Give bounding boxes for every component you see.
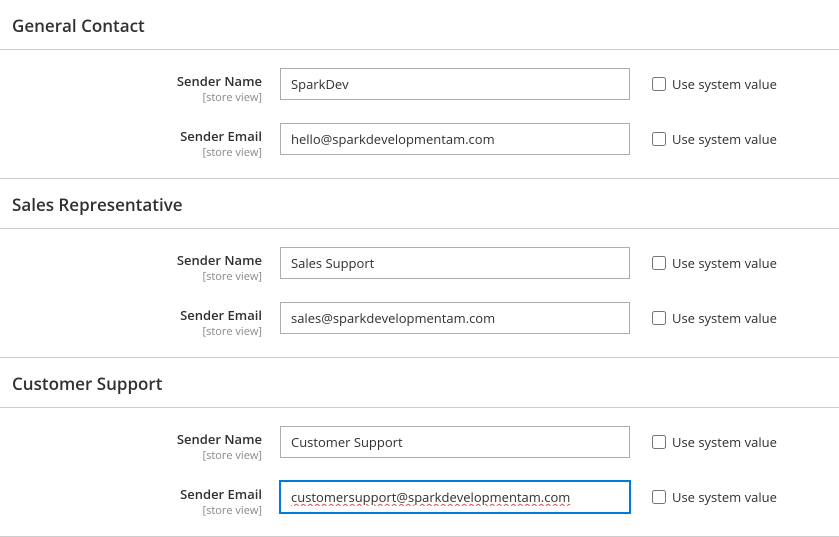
field-row-support-sender-name: Sender Name [store view] Use system valu… bbox=[0, 426, 839, 463]
field-checkbox-col: Use system value bbox=[630, 302, 777, 327]
field-scope: [store view] bbox=[12, 90, 262, 105]
section-header-sales[interactable]: Sales Representative bbox=[0, 179, 839, 229]
section-general-contact: General Contact Sender Name [store view]… bbox=[0, 0, 839, 179]
field-checkbox-col: Use system value bbox=[630, 68, 777, 93]
section-title: General Contact bbox=[12, 14, 145, 37]
field-row-sales-sender-email: Sender Email [store view] Use system val… bbox=[0, 302, 839, 339]
field-label-col: Sender Name [store view] bbox=[12, 68, 280, 105]
field-scope: [store view] bbox=[12, 448, 262, 463]
field-label: Sender Name bbox=[12, 430, 262, 448]
use-system-value-label[interactable]: Use system value bbox=[672, 75, 777, 93]
section-title: Customer Support bbox=[12, 372, 162, 395]
use-system-value-label[interactable]: Use system value bbox=[672, 488, 777, 506]
field-input-col bbox=[280, 426, 630, 458]
section-header-general[interactable]: General Contact bbox=[0, 0, 839, 50]
use-system-value-checkbox[interactable] bbox=[652, 256, 666, 270]
field-input-col bbox=[280, 123, 630, 155]
field-checkbox-col: Use system value bbox=[630, 123, 777, 148]
field-label-col: Sender Name [store view] bbox=[12, 247, 280, 284]
field-input-col bbox=[280, 481, 630, 513]
general-sender-name-input[interactable] bbox=[280, 68, 630, 100]
general-sender-email-input[interactable] bbox=[280, 123, 630, 155]
section-sales-representative: Sales Representative Sender Name [store … bbox=[0, 179, 839, 358]
field-scope: [store view] bbox=[12, 269, 262, 284]
use-system-value-checkbox[interactable] bbox=[652, 77, 666, 91]
field-input-col bbox=[280, 68, 630, 100]
field-input-col bbox=[280, 302, 630, 334]
support-sender-name-input[interactable] bbox=[280, 426, 630, 458]
field-label-col: Sender Name [store view] bbox=[12, 426, 280, 463]
use-system-value-label[interactable]: Use system value bbox=[672, 309, 777, 327]
field-label-col: Sender Email [store view] bbox=[12, 481, 280, 518]
section-title: Sales Representative bbox=[12, 193, 183, 216]
field-row-sales-sender-name: Sender Name [store view] Use system valu… bbox=[0, 247, 839, 284]
field-row-general-sender-name: Sender Name [store view] Use system valu… bbox=[0, 68, 839, 105]
section-header-support[interactable]: Customer Support bbox=[0, 358, 839, 408]
use-system-value-checkbox[interactable] bbox=[652, 435, 666, 449]
field-label-col: Sender Email [store view] bbox=[12, 302, 280, 339]
field-label: Sender Email bbox=[12, 306, 262, 324]
field-label: Sender Name bbox=[12, 72, 262, 90]
field-row-general-sender-email: Sender Email [store view] Use system val… bbox=[0, 123, 839, 160]
use-system-value-label[interactable]: Use system value bbox=[672, 433, 777, 451]
use-system-value-checkbox[interactable] bbox=[652, 490, 666, 504]
field-checkbox-col: Use system value bbox=[630, 426, 777, 451]
field-input-col bbox=[280, 247, 630, 279]
sales-sender-name-input[interactable] bbox=[280, 247, 630, 279]
field-checkbox-col: Use system value bbox=[630, 481, 777, 506]
use-system-value-checkbox[interactable] bbox=[652, 132, 666, 146]
use-system-value-label[interactable]: Use system value bbox=[672, 254, 777, 272]
field-label-col: Sender Email [store view] bbox=[12, 123, 280, 160]
field-label: Sender Email bbox=[12, 485, 262, 503]
field-checkbox-col: Use system value bbox=[630, 247, 777, 272]
use-system-value-checkbox[interactable] bbox=[652, 311, 666, 325]
use-system-value-label[interactable]: Use system value bbox=[672, 130, 777, 148]
field-scope: [store view] bbox=[12, 324, 262, 339]
field-row-support-sender-email: Sender Email [store view] Use system val… bbox=[0, 481, 839, 518]
section-customer-support: Customer Support Sender Name [store view… bbox=[0, 358, 839, 537]
field-scope: [store view] bbox=[12, 145, 262, 160]
field-label: Sender Email bbox=[12, 127, 262, 145]
field-scope: [store view] bbox=[12, 503, 262, 518]
sales-sender-email-input[interactable] bbox=[280, 302, 630, 334]
support-sender-email-input[interactable] bbox=[280, 481, 630, 513]
field-label: Sender Name bbox=[12, 251, 262, 269]
